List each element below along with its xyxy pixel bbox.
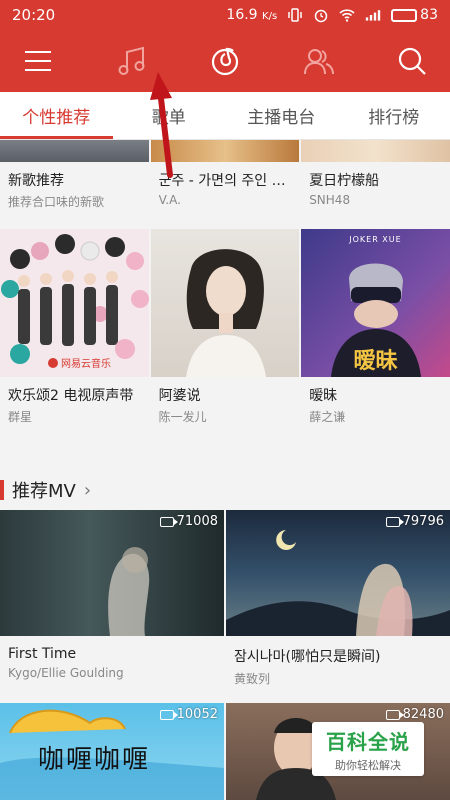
site-watermark: 百科全说 助你轻松解决 — [312, 722, 424, 776]
netease-logo-icon — [211, 47, 239, 76]
alarm-icon — [314, 9, 328, 23]
playlist-subtitle: 群星 — [8, 410, 33, 424]
mv-card[interactable]: 79796 잠시나마(哪怕只是瞬间) 黄致列 — [226, 510, 450, 687]
menu-icon — [25, 51, 51, 71]
battery-indicator: 83 — [391, 7, 438, 23]
playlist-title: 欢乐颂2 电视原声带 — [8, 388, 134, 404]
playlist-cover — [150, 229, 300, 377]
view-count: 10052 — [159, 707, 218, 722]
playlist-cover: JOKER XUE 暧昧 — [301, 229, 450, 377]
watermark-subtitle: 助你轻松解决 — [335, 758, 401, 772]
menu-button[interactable] — [18, 41, 58, 81]
playlist-title: 阿婆说 — [158, 388, 201, 404]
cover-title-text: 咖喱咖喱 — [38, 745, 151, 775]
playlist-title: 夏日柠檬船 — [309, 173, 380, 189]
mv-artist: 黄致列 — [234, 672, 271, 686]
signal-icon — [365, 10, 381, 21]
playlist-card[interactable]: 군주 - 가면의 주인 OS.. V.A. — [150, 140, 300, 210]
portrait-illustration — [185, 249, 266, 377]
network-speed: 16.9 K/s — [226, 7, 278, 23]
tab-playlists[interactable]: 歌单 — [113, 92, 226, 139]
playlist-cover: 网易云音乐 — [0, 229, 149, 377]
playlist-subtitle: SNH48 — [309, 193, 351, 207]
playlist-title: 군주 - 가면의 주인 OS.. — [158, 173, 292, 189]
status-time: 20:20 — [12, 6, 56, 24]
playlist-card[interactable]: 网易云音乐 欢乐颂2 电视原声带 群星 — [0, 229, 149, 425]
playlist-subtitle: V.A. — [158, 193, 181, 207]
wifi-icon — [339, 9, 355, 22]
app-bar — [0, 30, 450, 92]
video-icon — [385, 516, 404, 527]
mv-cover: 71008 — [0, 510, 224, 636]
music-note-icon — [118, 46, 144, 75]
mv-card[interactable]: 71008 First Time Kygo/Ellie Goulding — [0, 510, 224, 687]
netease-badge: 网易云音乐 — [48, 355, 111, 370]
status-icons: 16.9 K/s 83 — [226, 7, 438, 23]
section-accent-bar — [0, 480, 4, 500]
playlist-subtitle: 陈一发儿 — [158, 410, 207, 424]
mv-card[interactable]: 咖喱咖喱 10052 — [0, 703, 224, 800]
playlist-subtitle: 薛之谦 — [309, 410, 346, 424]
friends-tab-button[interactable] — [299, 41, 339, 81]
status-bar: 20:20 16.9 K/s 83 — [0, 0, 450, 30]
mv-title: First Time — [8, 646, 77, 662]
playlist-cover — [0, 140, 149, 162]
playlist-row-1: 新歌推荐 推荐合口味的新歌 군주 - 가면의 주인 OS.. V.A. 夏日柠檬… — [0, 140, 450, 210]
mv-cover: 79796 — [226, 510, 450, 636]
view-count: 71008 — [159, 514, 218, 529]
playlist-cover — [150, 140, 300, 162]
category-tabs: 个性推荐 歌单 主播电台 排行榜 — [0, 92, 450, 140]
video-icon — [159, 516, 178, 527]
mv-section-header[interactable]: 推荐MV › — [0, 470, 450, 510]
video-icon — [159, 709, 178, 720]
playlist-title: 暧昧 — [309, 388, 338, 404]
playlist-card[interactable]: 新歌推荐 推荐合口味的新歌 — [0, 140, 149, 210]
cover-artist-text: JOKER XUE — [349, 235, 402, 244]
search-button[interactable] — [392, 41, 432, 81]
view-count: 82480 — [385, 707, 444, 722]
view-count: 79796 — [385, 514, 444, 529]
search-icon — [398, 47, 426, 75]
mv-title: 잠시나마(哪怕只是瞬间) — [234, 649, 381, 665]
playlist-card[interactable]: 阿婆说 陈一发儿 — [150, 229, 300, 425]
video-icon — [385, 709, 404, 720]
section-title: 推荐MV — [12, 481, 76, 502]
vibrate-icon — [288, 8, 302, 22]
playlist-row-2: 网易云音乐 欢乐颂2 电视原声带 群星 阿婆说 陈一发儿 JOKER XUE 暧… — [0, 229, 450, 425]
mv-cover: 咖喱咖喱 10052 — [0, 703, 224, 800]
playlist-card[interactable]: JOKER XUE 暧昧 暧昧 薛之谦 — [301, 229, 450, 425]
playlist-title: 新歌推荐 — [8, 173, 64, 189]
tab-personal-recommend[interactable]: 个性推荐 — [0, 92, 113, 139]
playlist-subtitle: 推荐合口味的新歌 — [8, 195, 105, 209]
watermark-title: 百科全说 — [326, 729, 410, 754]
tab-radio[interactable]: 主播电台 — [225, 92, 338, 139]
playlist-card[interactable]: 夏日柠檬船 SNH48 — [301, 140, 450, 210]
playlist-cover — [301, 140, 450, 162]
cover-title-text: 暧昧 — [353, 349, 398, 374]
discover-tab-button[interactable] — [205, 41, 245, 81]
music-tab-button[interactable] — [112, 41, 152, 81]
battery-percent: 83 — [420, 7, 438, 23]
mv-row-1: 71008 First Time Kygo/Ellie Goulding 797… — [0, 510, 450, 687]
chevron-right-icon: › — [83, 479, 92, 501]
friends-icon — [303, 49, 334, 75]
mv-artist: Kygo/Ellie Goulding — [8, 666, 124, 680]
tab-charts[interactable]: 排行榜 — [338, 92, 450, 139]
content-scroll[interactable]: 新歌推荐 推荐合口味的新歌 군주 - 가면의 주인 OS.. V.A. 夏日柠檬… — [0, 140, 450, 800]
